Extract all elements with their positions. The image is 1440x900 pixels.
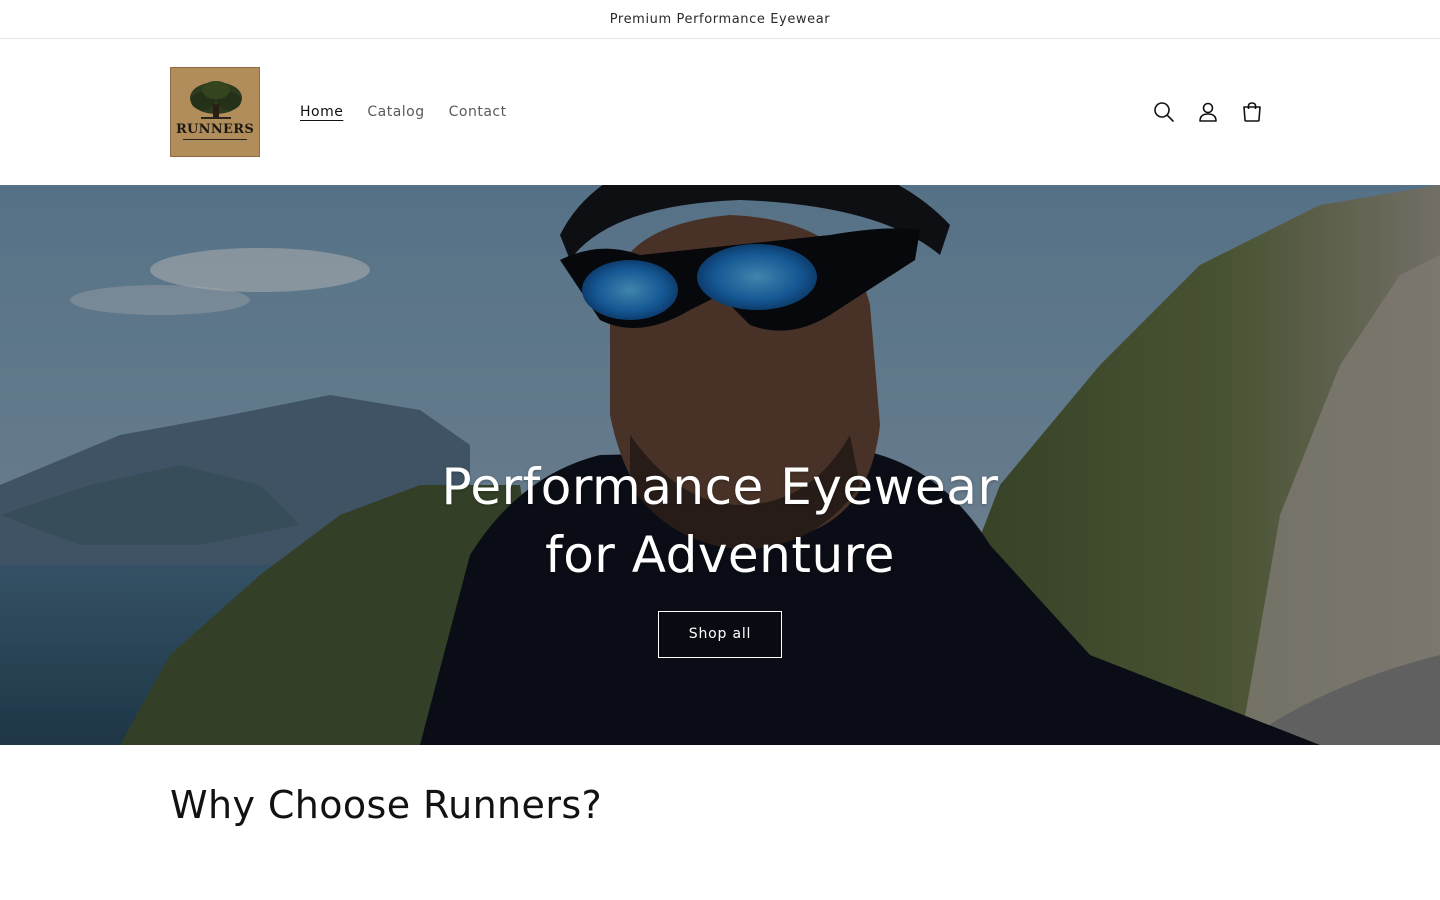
shop-all-button[interactable]: Shop all: [657, 611, 783, 658]
main-nav: Home Catalog Contact: [300, 104, 519, 120]
nav-item-home[interactable]: Home: [300, 104, 355, 120]
site-header: RUNNERS Home Catalog Contact: [0, 39, 1440, 185]
section-heading: Why Choose Runners?: [170, 783, 603, 827]
account-button[interactable]: [1190, 94, 1226, 130]
cart-button[interactable]: [1234, 94, 1270, 130]
cart-icon: [1243, 102, 1261, 122]
logo-wordmark: RUNNERS: [175, 122, 255, 137]
tree-icon: [171, 68, 259, 156]
announcement-text: Premium Performance Eyewear: [609, 11, 831, 27]
hero-banner: Performance Eyewear for Adventure Shop a…: [0, 185, 1440, 745]
nav-item-contact[interactable]: Contact: [437, 104, 519, 120]
announcement-bar: Premium Performance Eyewear: [0, 0, 1440, 39]
header-icons: [1146, 94, 1270, 130]
nav-item-catalog[interactable]: Catalog: [355, 104, 436, 120]
search-button[interactable]: [1146, 94, 1182, 130]
search-icon: [1154, 102, 1174, 122]
store-logo[interactable]: RUNNERS: [170, 67, 260, 157]
hero-content: Performance Eyewear for Adventure Shop a…: [0, 453, 1440, 658]
logo-rule: [183, 139, 247, 140]
account-icon: [1199, 102, 1217, 122]
hero-title: Performance Eyewear for Adventure: [441, 458, 999, 584]
